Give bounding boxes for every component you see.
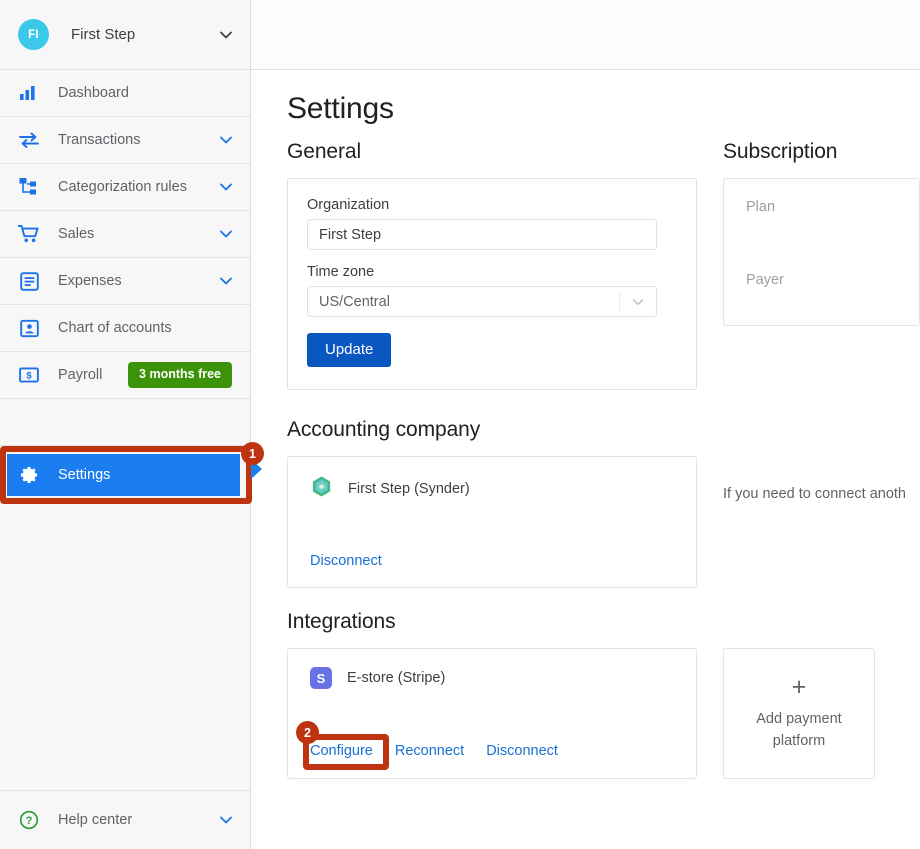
- integration-configure-link[interactable]: Configure: [310, 743, 373, 759]
- sitemap-icon: [18, 176, 40, 198]
- add-label-line2: platform: [772, 732, 826, 749]
- sidebar-item-help-center[interactable]: ? Help center: [0, 791, 250, 849]
- sidebar-item-label: Dashboard: [58, 85, 129, 101]
- section-heading-accounting-company: Accounting company: [287, 418, 481, 441]
- general-card: Organization Time zone US/Central U: [287, 178, 697, 390]
- chevron-down-icon[interactable]: [218, 179, 234, 195]
- sidebar-item-categorization-rules[interactable]: Categorization rules: [0, 164, 250, 211]
- chevron-down-icon[interactable]: [218, 132, 234, 148]
- sidebar: FI First Step Dashboard Transactions Cat…: [0, 0, 264, 849]
- org-name: First Step: [71, 26, 136, 43]
- chevron-down-icon[interactable]: [218, 812, 234, 828]
- accounting-actions: Disconnect: [310, 553, 382, 569]
- settings-content: Settings General Organization Time zone …: [251, 70, 920, 849]
- subscription-plan-label: Plan: [746, 199, 776, 215]
- chevron-down-icon[interactable]: [218, 27, 234, 43]
- timezone-label: Time zone: [307, 264, 375, 280]
- section-heading-integrations: Integrations: [287, 610, 396, 633]
- row-accounting-company: Accounting company First Step (Synder) D…: [287, 418, 920, 588]
- configure-wrapper: Configure 2: [296, 721, 389, 770]
- svg-text:$: $: [26, 371, 32, 382]
- sidebar-item-label: Help center: [58, 812, 133, 828]
- main-area: Settings General Organization Time zone …: [251, 0, 920, 849]
- top-bar: [251, 0, 920, 70]
- sidebar-item-label: Chart of accounts: [58, 320, 172, 336]
- timezone-selected-value: US/Central: [319, 293, 390, 310]
- accounting-entity-row: First Step (Synder): [310, 475, 676, 503]
- row-integrations: Integrations S E-store (Stripe) Configur…: [287, 610, 920, 779]
- app-root: FI First Step Dashboard Transactions Cat…: [0, 0, 920, 849]
- subscription-payer-label: Payer: [746, 272, 784, 288]
- chevron-down-icon[interactable]: [218, 273, 234, 289]
- sidebar-item-label: Transactions: [58, 132, 141, 148]
- annotation-step-1: 1: [241, 442, 264, 465]
- question-circle-icon: ?: [18, 809, 40, 831]
- general-column: General Organization Time zone US/Centra…: [287, 140, 697, 390]
- subscription-card: Plan Payer: [723, 178, 920, 326]
- row-general-subscription: General Organization Time zone US/Centra…: [287, 140, 920, 390]
- accounting-entity-name: First Step (Synder): [348, 481, 470, 497]
- contact-card-icon: [18, 317, 40, 339]
- sidebar-item-settings[interactable]: Settings: [7, 454, 240, 496]
- update-button[interactable]: Update: [307, 333, 392, 367]
- sidebar-divider-spacer: [0, 399, 250, 446]
- shopping-cart-icon: [18, 223, 40, 245]
- sidebar-item-payroll[interactable]: $ Payroll 3 months free: [0, 352, 250, 399]
- plus-icon: +: [791, 672, 807, 701]
- sidebar-item-label: Payroll: [58, 367, 103, 383]
- timezone-select[interactable]: US/Central: [307, 286, 657, 317]
- sidebar-nav: Dashboard Transactions Categorization ru…: [0, 70, 264, 504]
- stripe-icon: S: [310, 667, 332, 689]
- payroll-promo-badge: 3 months free: [128, 362, 232, 388]
- money-bill-icon: $: [18, 364, 40, 386]
- chevron-down-icon[interactable]: [218, 226, 234, 242]
- sidebar-settings-zone: Settings 1: [0, 442, 264, 504]
- sidebar-item-sales[interactable]: Sales: [0, 211, 250, 258]
- gear-icon: [18, 464, 40, 486]
- add-payment-platform-card[interactable]: + Add payment platform: [723, 648, 875, 779]
- sidebar-item-chart-of-accounts[interactable]: Chart of accounts: [0, 305, 250, 352]
- sidebar-item-label: Sales: [58, 226, 95, 242]
- document-lines-icon: [18, 270, 40, 292]
- organization-label: Organization: [307, 197, 390, 213]
- add-payment-platform-label: Add payment platform: [749, 709, 849, 753]
- annotation-step-2: 2: [296, 721, 319, 744]
- sidebar-item-expenses[interactable]: Expenses: [0, 258, 250, 305]
- section-heading-subscription: Subscription: [723, 140, 838, 163]
- add-label-line1: Add payment: [756, 710, 842, 727]
- svg-text:?: ?: [26, 815, 33, 827]
- avatar: FI: [18, 19, 49, 50]
- integration-disconnect-link[interactable]: Disconnect: [486, 743, 558, 759]
- integration-entity-name: E-store (Stripe): [347, 670, 446, 686]
- synder-hexagon-icon: [310, 475, 333, 503]
- sidebar-filler: [0, 504, 250, 791]
- integration-card-stripe: S E-store (Stripe) Configure 2 Reconnect…: [287, 648, 697, 779]
- sidebar-item-label: Categorization rules: [58, 179, 187, 195]
- transfer-arrows-icon: [18, 129, 40, 151]
- integration-actions: Configure 2 Reconnect Disconnect: [296, 721, 558, 770]
- organization-input[interactable]: [307, 219, 657, 250]
- org-switcher[interactable]: FI First Step: [0, 0, 250, 70]
- sidebar-item-transactions[interactable]: Transactions: [0, 117, 250, 164]
- accounting-side-note: If you need to connect anoth: [723, 486, 906, 502]
- subscription-column: Subscription Plan Payer: [723, 140, 920, 326]
- bar-chart-icon: [18, 82, 40, 104]
- accounting-disconnect-link[interactable]: Disconnect: [310, 553, 382, 569]
- sidebar-item-label: Expenses: [58, 273, 122, 289]
- chevron-down-icon[interactable]: [620, 294, 656, 310]
- accounting-company-card: First Step (Synder) Disconnect: [287, 456, 697, 588]
- sidebar-item-dashboard[interactable]: Dashboard: [0, 70, 250, 117]
- section-heading-general: General: [287, 140, 362, 163]
- integration-reconnect-link[interactable]: Reconnect: [395, 743, 464, 759]
- page-title: Settings: [287, 92, 394, 125]
- integration-entity-row: S E-store (Stripe): [310, 667, 676, 689]
- sidebar-item-label: Settings: [58, 467, 111, 483]
